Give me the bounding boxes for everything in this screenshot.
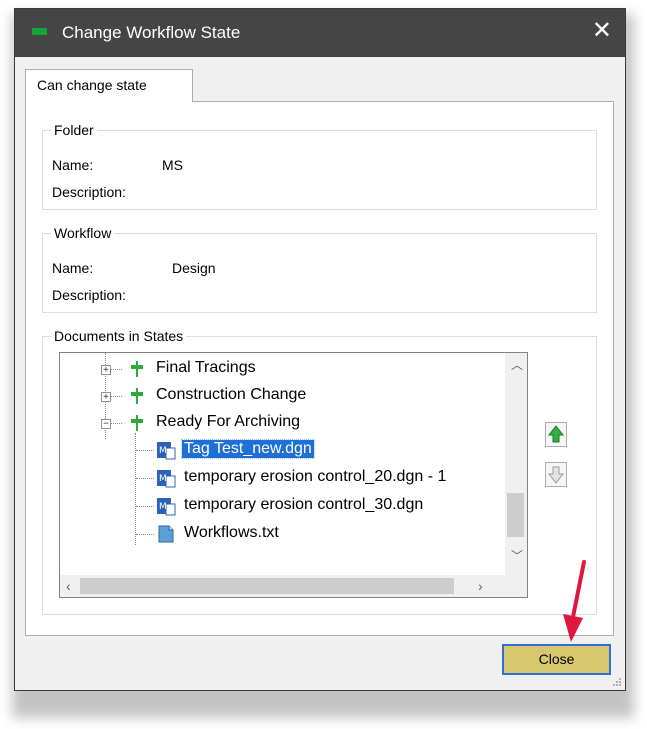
folder-name-value: MS — [162, 157, 183, 173]
dgn-file-icon: M — [157, 470, 176, 488]
horizontal-scrollbar[interactable]: ‹ › — [60, 575, 505, 597]
resize-grip-icon[interactable] — [612, 677, 622, 687]
workflow-name-label: Name: — [52, 260, 94, 276]
tree-file-workflows-txt[interactable]: Workflows.txt — [184, 524, 279, 542]
tree-line — [110, 396, 122, 397]
tree-node-final-tracings[interactable]: Final Tracings — [156, 359, 256, 377]
scroll-left-icon[interactable]: ‹ — [66, 579, 71, 593]
move-up-button[interactable] — [545, 422, 567, 447]
app-icon — [32, 28, 47, 35]
folder-legend: Folder — [54, 122, 94, 138]
close-button[interactable]: Close — [502, 644, 611, 675]
workflow-state-icon — [131, 361, 143, 377]
expand-icon[interactable]: + — [101, 392, 111, 402]
tree-line — [136, 478, 154, 479]
dgn-file-icon: M — [157, 442, 176, 460]
folder-description-label: Description: — [52, 184, 126, 200]
svg-text:M: M — [159, 446, 167, 456]
scroll-up-icon[interactable]: ︿ — [511, 358, 523, 372]
tree-line — [110, 423, 122, 424]
collapse-icon[interactable]: − — [101, 419, 111, 429]
tree-file-tag-test[interactable]: Tag Test_new.dgn — [181, 439, 315, 459]
tree-line — [136, 450, 154, 451]
expand-icon[interactable]: + — [101, 365, 111, 375]
scroll-corner — [505, 575, 527, 597]
workflow-state-icon — [131, 415, 143, 431]
horizontal-scroll-thumb[interactable] — [80, 578, 454, 594]
change-workflow-state-dialog: Change Workflow State ✕ Can change state… — [14, 8, 626, 691]
vertical-scrollbar[interactable]: ︿ ﹀ — [504, 353, 527, 575]
workflow-description-label: Description: — [52, 287, 126, 303]
svg-text:M: M — [159, 474, 167, 484]
vertical-scroll-thumb[interactable] — [507, 493, 524, 537]
tree-line — [136, 506, 154, 507]
document-state-tree[interactable]: + Final Tracings + Construction Change −… — [59, 352, 528, 598]
tree-file-erosion-control-20[interactable]: temporary erosion control_20.dgn - 1 — [184, 468, 446, 486]
workflow-state-icon — [131, 388, 143, 404]
gray-down-arrow-icon — [547, 466, 565, 484]
tree-node-construction-change[interactable]: Construction Change — [156, 386, 306, 404]
tab-label: Can change state — [37, 77, 147, 93]
tab-panel: Folder Name: MS Description: Workflow Na… — [25, 101, 614, 636]
move-down-button[interactable] — [545, 462, 567, 487]
scroll-down-icon[interactable]: ﹀ — [511, 549, 523, 563]
scroll-right-icon[interactable]: › — [478, 579, 483, 593]
tree-file-erosion-control-30[interactable]: temporary erosion control_30.dgn — [184, 496, 423, 514]
workflow-legend: Workflow — [54, 225, 112, 241]
tree-line — [136, 534, 154, 535]
close-icon[interactable]: ✕ — [592, 18, 612, 44]
tree-line — [110, 369, 122, 370]
svg-text:M: M — [159, 502, 167, 512]
workflow-name-value: Design — [172, 260, 216, 276]
dgn-file-icon: M — [157, 498, 176, 516]
dialog-title: Change Workflow State — [62, 23, 241, 42]
text-file-icon — [158, 525, 174, 543]
documents-legend: Documents in States — [54, 328, 184, 344]
green-up-arrow-icon — [547, 425, 565, 443]
title-bar[interactable]: Change Workflow State ✕ — [15, 9, 625, 57]
tab-can-change-state[interactable]: Can change state — [25, 69, 193, 102]
tree-node-ready-for-archiving[interactable]: Ready For Archiving — [156, 413, 300, 431]
folder-name-label: Name: — [52, 157, 94, 173]
